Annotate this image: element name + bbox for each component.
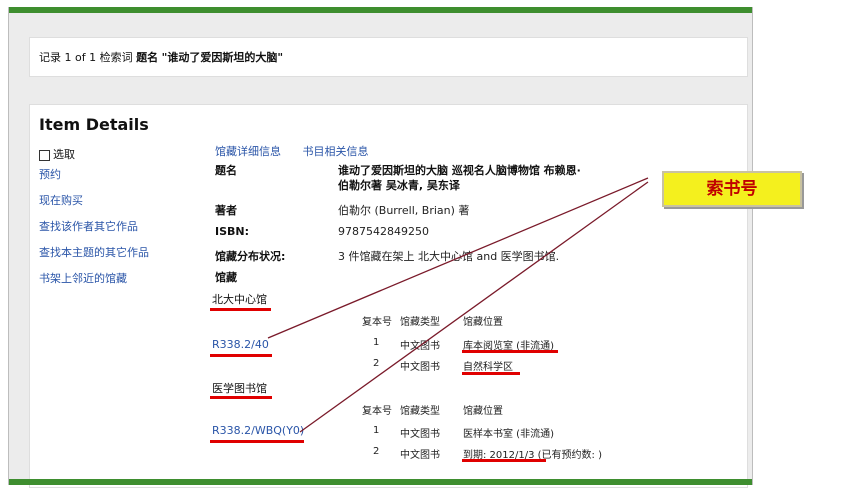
library-name: 医学图书馆	[212, 382, 267, 395]
holdings-label: 馆藏	[215, 271, 237, 284]
header-type: 馆藏类型	[400, 406, 440, 417]
select-label: 选取	[53, 148, 75, 161]
author-value: 伯勒尔 (Burrell, Brian) 著	[338, 204, 470, 217]
underline-mark	[210, 354, 272, 357]
underline-mark	[210, 440, 304, 443]
item-type: 中文图书	[400, 362, 440, 373]
item-details-panel: Item Details 选取 预约 现在购买 查找该作者其它作品 查找本主题的…	[29, 104, 748, 488]
record-field: 题名	[136, 51, 159, 64]
checkbox-icon[interactable]	[39, 149, 50, 161]
header-copy: 复本号	[362, 406, 392, 417]
underline-mark	[210, 396, 272, 399]
detail-tabs: 馆藏详细信息 书目相关信息	[215, 143, 387, 159]
call-number-callout: 索书号	[662, 171, 802, 207]
record-summary: 记录 1 of 1 检索词 题名 "谁动了爱因斯坦的大脑"	[39, 49, 283, 65]
record-query: "谁动了爱因斯坦的大脑"	[161, 51, 284, 64]
bottom-accent-bar	[9, 479, 752, 485]
header-copy: 复本号	[362, 317, 392, 328]
underline-mark	[462, 459, 546, 462]
status-value: 3 件馆藏在架上 北大中心馆 and 医学图书馆.	[338, 250, 560, 263]
select-checkbox-item[interactable]: 选取	[39, 142, 149, 168]
tab-holdings-details[interactable]: 馆藏详细信息	[215, 145, 281, 158]
item-type: 中文图书	[400, 429, 440, 440]
title-value-line2: 伯勒尔著 吴冰青, 吴东译	[338, 179, 460, 192]
record-prefix: 记录 1 of 1 检索词	[39, 51, 133, 64]
copy-number: 2	[373, 446, 380, 457]
item-sidebar: 选取 预约 现在购买 查找该作者其它作品 查找本主题的其它作品 书架上邻近的馆藏	[39, 142, 149, 298]
isbn-value: 9787542849250	[338, 225, 429, 238]
call-number[interactable]: R338.2/40	[212, 338, 269, 351]
author-label: 著者	[215, 204, 237, 217]
status-label: 馆藏分布状况:	[215, 250, 286, 263]
isbn-label: ISBN:	[215, 225, 250, 238]
search-record-bar: 记录 1 of 1 检索词 题名 "谁动了爱因斯坦的大脑"	[29, 37, 748, 77]
underline-mark	[462, 372, 520, 375]
sidebar-link-author-works[interactable]: 查找该作者其它作品	[39, 220, 149, 246]
top-accent-bar	[9, 7, 752, 13]
item-location[interactable]: 自然科学区	[463, 358, 513, 373]
item-type: 中文图书	[400, 341, 440, 352]
header-type: 馆藏类型	[400, 317, 440, 328]
title-value-line1: 谁动了爱因斯坦的大脑 巡视名人脑博物馆 布赖恩·	[338, 164, 581, 177]
sidebar-link-nearby-shelf[interactable]: 书架上邻近的馆藏	[39, 272, 149, 298]
title-label: 题名	[215, 164, 237, 177]
header-location: 馆藏位置	[463, 406, 503, 417]
underline-mark	[462, 350, 558, 353]
copy-number: 2	[373, 358, 380, 369]
library-name: 北大中心馆	[212, 293, 267, 306]
item-type: 中文图书	[400, 450, 440, 461]
sidebar-link-reserve[interactable]: 预约	[39, 168, 149, 194]
underline-mark	[210, 308, 271, 311]
sidebar-link-subject-works[interactable]: 查找本主题的其它作品	[39, 246, 149, 272]
bottom-window-edge	[30, 486, 330, 496]
sidebar-link-buy[interactable]: 现在购买	[39, 194, 149, 220]
tab-bib-info[interactable]: 书目相关信息	[303, 145, 369, 158]
item-location[interactable]: 医样本书室 (非流通)	[463, 425, 554, 440]
call-number[interactable]: R338.2/WBQ(Y0)	[212, 424, 304, 437]
header-location: 馆藏位置	[463, 317, 503, 328]
copy-number: 1	[373, 425, 380, 436]
copy-number: 1	[373, 337, 380, 348]
opac-window: 记录 1 of 1 检索词 题名 "谁动了爱因斯坦的大脑" Item Detai…	[8, 7, 753, 488]
item-details-heading: Item Details	[39, 115, 149, 134]
